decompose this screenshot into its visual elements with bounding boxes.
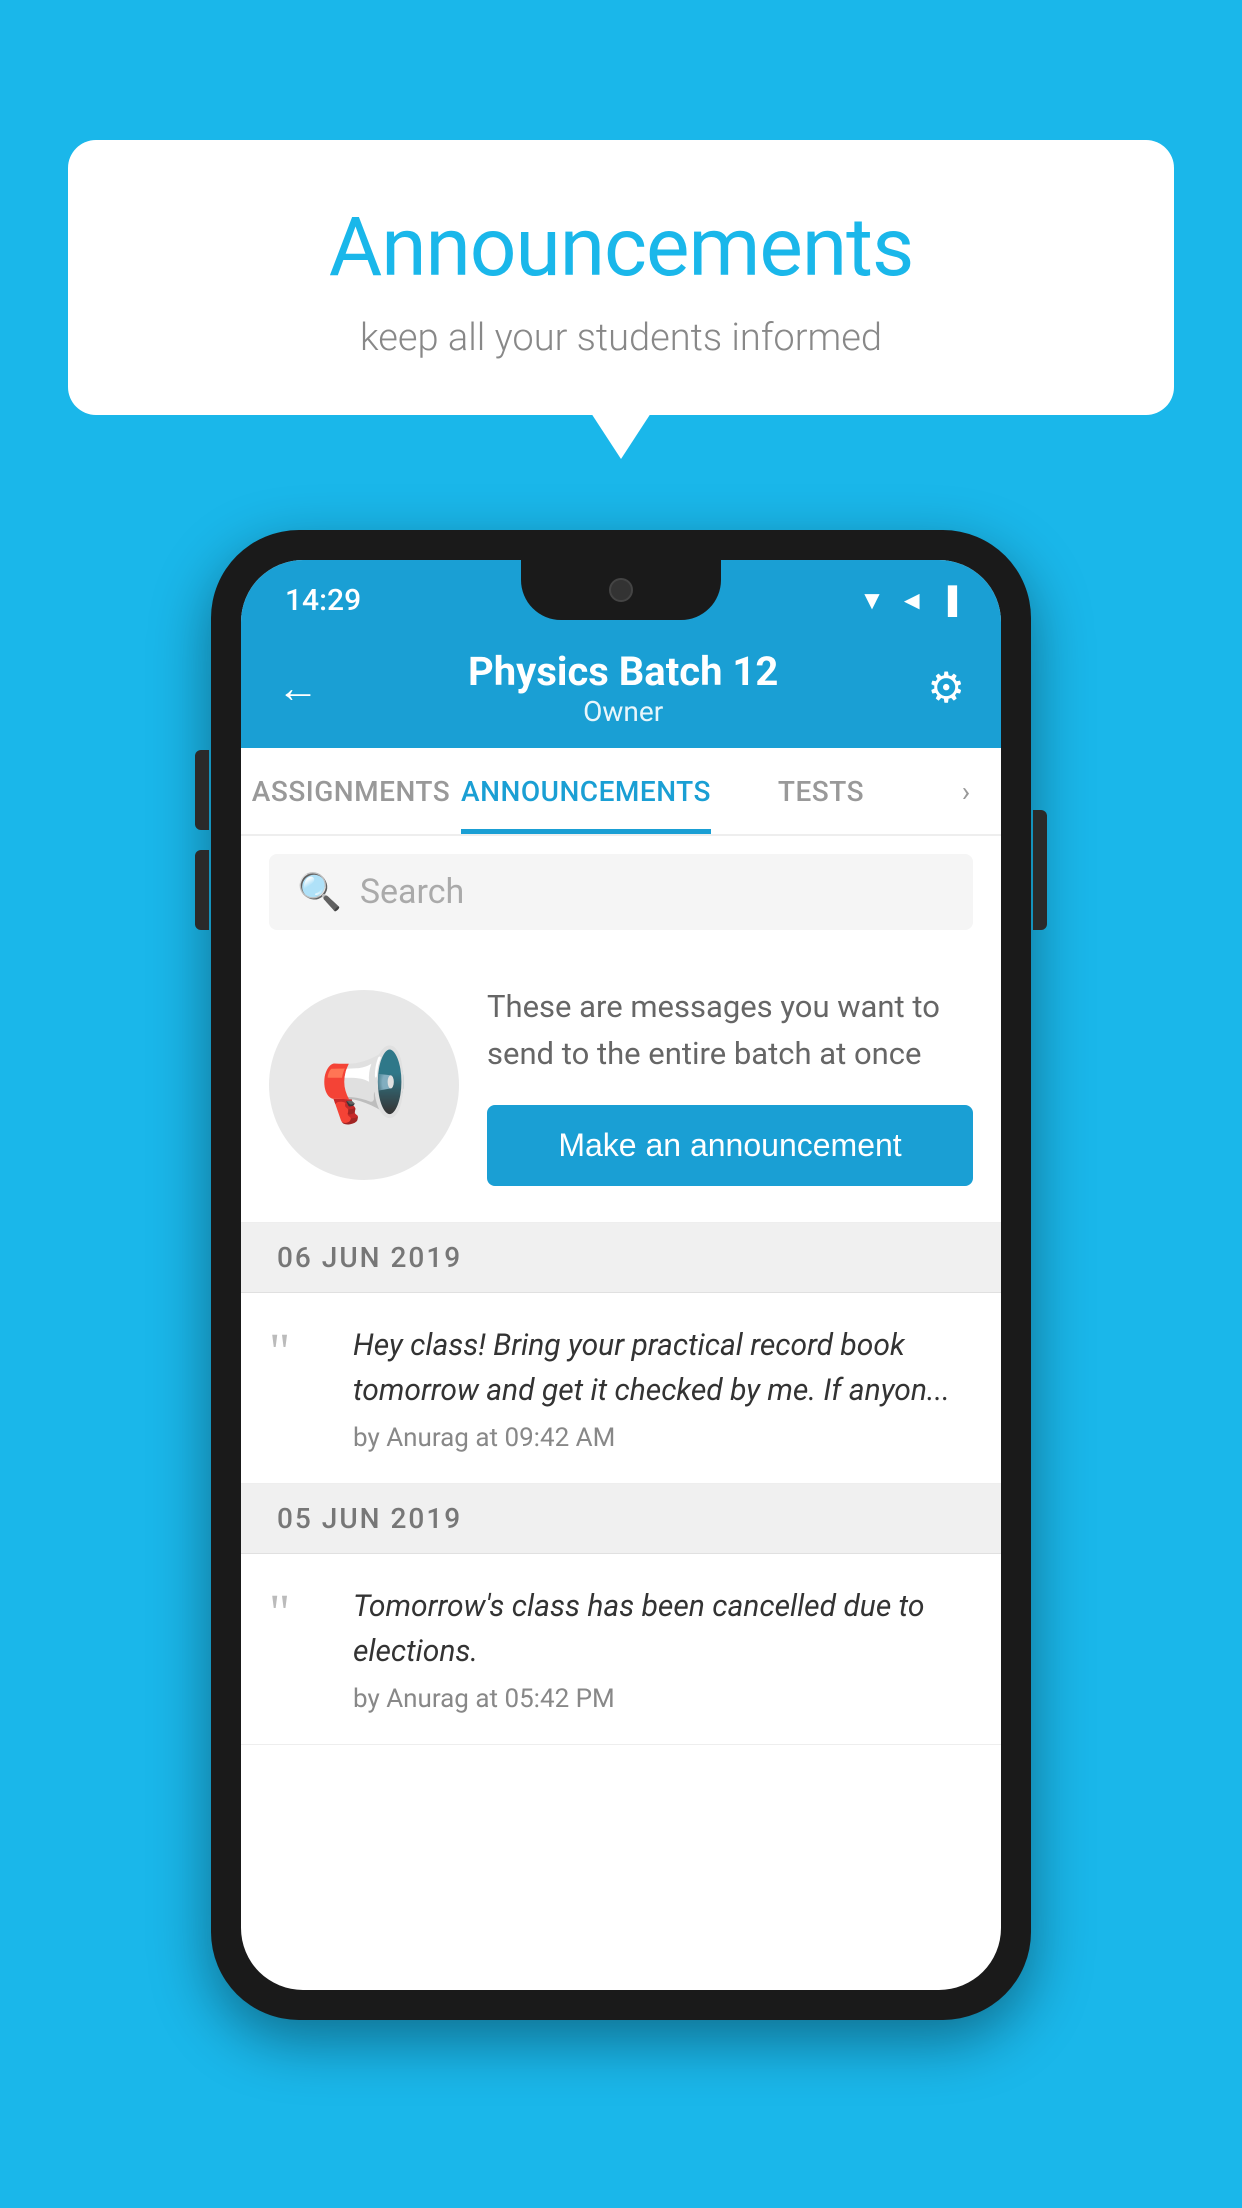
tab-tests[interactable]: TESTS [711, 748, 931, 834]
announcement-content-1: Hey class! Bring your practical record b… [353, 1323, 973, 1453]
announcement-text-1: Hey class! Bring your practical record b… [353, 1323, 973, 1413]
app-bar: ← Physics Batch 12 Owner ⚙ [241, 628, 1001, 748]
announcement-meta-1: by Anurag at 09:42 AM [353, 1423, 973, 1453]
batch-role: Owner [468, 695, 778, 728]
speech-bubble-title: Announcements [118, 200, 1124, 296]
signal-icon: ◄ [899, 585, 925, 616]
search-icon: 🔍 [297, 871, 342, 913]
date-separator-1: 06 JUN 2019 [241, 1223, 1001, 1293]
quote-icon-1: " [269, 1327, 329, 1453]
announcement-item-1[interactable]: " Hey class! Bring your practical record… [241, 1293, 1001, 1484]
volume-down-button[interactable] [195, 850, 209, 930]
announcement-text-2: Tomorrow's class has been cancelled due … [353, 1584, 973, 1674]
tab-more-button[interactable]: › [931, 748, 1001, 834]
announcement-item-2[interactable]: " Tomorrow's class has been cancelled du… [241, 1554, 1001, 1745]
status-icons: ▼ ◄ ▐ [859, 585, 957, 616]
speech-bubble-container: Announcements keep all your students inf… [68, 140, 1174, 415]
phone-mockup: 14:29 ▼ ◄ ▐ ← Physics Batch 12 Owner ⚙ [211, 530, 1031, 2020]
search-placeholder: Search [360, 872, 464, 912]
status-time: 14:29 [285, 583, 361, 618]
tab-announcements[interactable]: ANNOUNCEMENTS [461, 748, 711, 834]
tabs-bar: ASSIGNMENTS ANNOUNCEMENTS TESTS › [241, 748, 1001, 836]
back-button[interactable]: ← [277, 664, 319, 713]
megaphone-icon-circle: 📢 [269, 990, 459, 1180]
settings-button[interactable]: ⚙ [927, 663, 965, 713]
make-announcement-button[interactable]: Make an announcement [487, 1105, 973, 1186]
promo-content: These are messages you want to send to t… [487, 984, 973, 1186]
search-bar[interactable]: 🔍 Search [269, 854, 973, 930]
quote-icon-2: " [269, 1588, 329, 1714]
date-separator-2: 05 JUN 2019 [241, 1484, 1001, 1554]
power-button[interactable] [1033, 810, 1047, 930]
search-container: 🔍 Search [241, 836, 1001, 948]
tab-assignments[interactable]: ASSIGNMENTS [241, 748, 461, 834]
promo-card: 📢 These are messages you want to send to… [241, 948, 1001, 1223]
wifi-icon: ▼ [859, 585, 885, 616]
battery-icon: ▐ [939, 585, 957, 616]
phone-notch [521, 560, 721, 620]
batch-title: Physics Batch 12 [468, 648, 778, 695]
phone-screen: 14:29 ▼ ◄ ▐ ← Physics Batch 12 Owner ⚙ [241, 560, 1001, 1990]
volume-up-button[interactable] [195, 750, 209, 830]
phone-outer: 14:29 ▼ ◄ ▐ ← Physics Batch 12 Owner ⚙ [211, 530, 1031, 2020]
app-bar-center: Physics Batch 12 Owner [468, 648, 778, 728]
announcement-content-2: Tomorrow's class has been cancelled due … [353, 1584, 973, 1714]
front-camera [609, 578, 633, 602]
announcement-meta-2: by Anurag at 05:42 PM [353, 1684, 973, 1714]
promo-description: These are messages you want to send to t… [487, 984, 973, 1077]
speech-bubble: Announcements keep all your students inf… [68, 140, 1174, 415]
megaphone-icon: 📢 [319, 1043, 409, 1128]
speech-bubble-subtitle: keep all your students informed [118, 316, 1124, 360]
